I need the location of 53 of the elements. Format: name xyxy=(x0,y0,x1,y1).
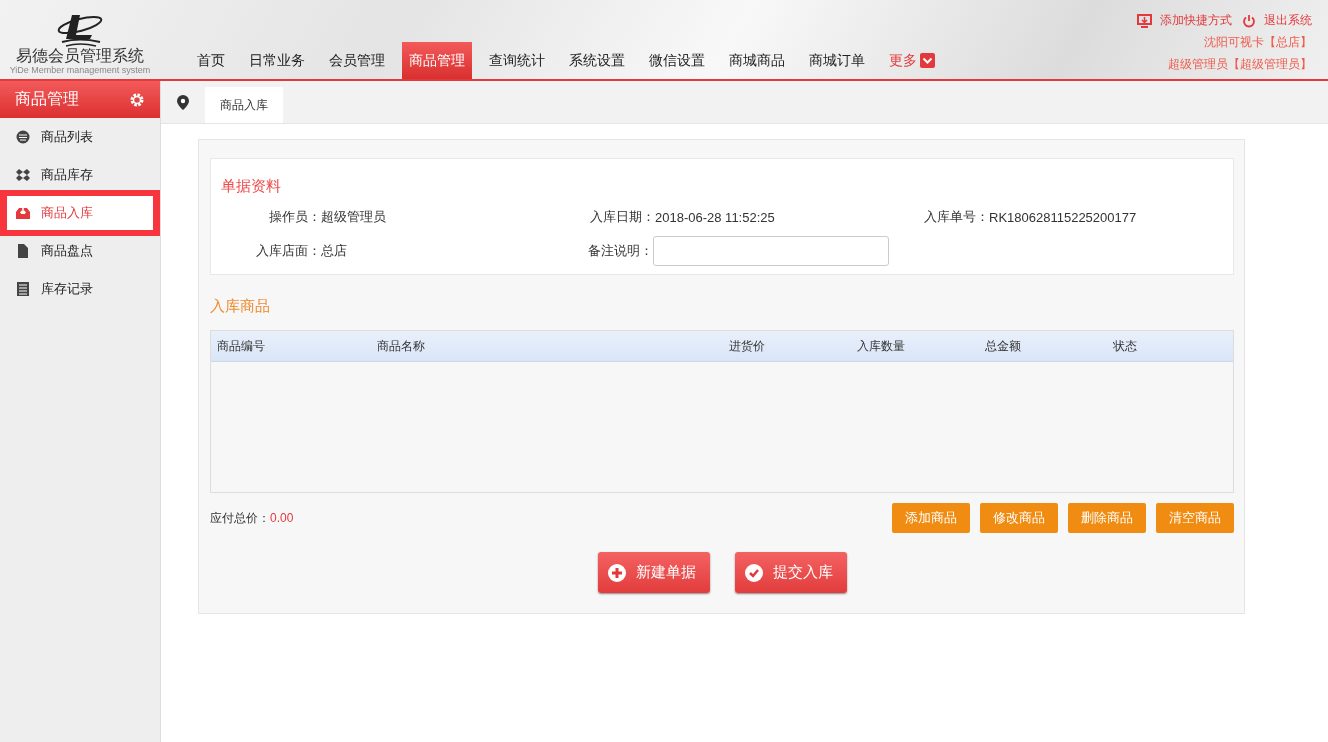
column-header: 状态 xyxy=(1113,337,1138,355)
nav-tab[interactable]: 商城订单 xyxy=(802,42,872,79)
boxes-icon xyxy=(16,168,30,182)
field-value: RK180628115225200177 xyxy=(989,209,1137,225)
nav-tab[interactable]: 系统设置 xyxy=(562,42,632,79)
sidebar-item[interactable]: 商品入库 xyxy=(0,190,160,236)
field-value: 总店 xyxy=(321,242,347,260)
sidebar-title: 商品管理 xyxy=(15,89,79,109)
section-title: 单据资料 xyxy=(221,177,282,196)
nav-tab[interactable]: 商品管理 xyxy=(402,42,472,79)
field-value: 2018-06-28 11:52:25 xyxy=(655,209,775,225)
nav-tab[interactable]: 查询统计 xyxy=(482,42,552,79)
sidebar-item[interactable]: 库存记录 xyxy=(0,270,160,308)
submit-button[interactable]: 提交入库 xyxy=(734,552,847,593)
list-icon xyxy=(16,130,30,144)
monitor-icon xyxy=(1137,13,1152,28)
field-label: 操作员： xyxy=(268,208,321,226)
sidebar-item[interactable]: 商品列表 xyxy=(0,118,160,156)
nav-tab[interactable]: 更多 xyxy=(882,42,942,79)
nav-tab[interactable]: 商城商品 xyxy=(722,42,792,79)
location-pin-icon xyxy=(177,94,189,110)
column-header: 商品编号 xyxy=(217,337,266,355)
remark-input[interactable] xyxy=(653,236,889,266)
page-tab[interactable]: 商品入库 xyxy=(205,87,283,123)
column-header: 入库数量 xyxy=(857,337,906,355)
field-label: 备注说明： xyxy=(587,242,654,260)
chevron-down-icon xyxy=(920,53,935,68)
settings-icon[interactable] xyxy=(129,91,145,108)
user-info: 沈阳可视卡【总店】 xyxy=(1204,34,1312,51)
plus-circle-icon xyxy=(607,563,626,582)
logo-subtitle: YiDe Member management system xyxy=(9,65,151,75)
document-icon xyxy=(16,244,30,258)
field-label: 入库日期： xyxy=(589,208,655,226)
nav-tab[interactable]: 首页 xyxy=(190,42,232,79)
column-header: 进货价 xyxy=(729,337,766,355)
logo-title: 易德会员管理系统 xyxy=(16,47,144,65)
section-title: 入库商品 xyxy=(210,297,271,316)
field-value: 超级管理员 xyxy=(321,208,386,226)
user-info: 超级管理员【超级管理员】 xyxy=(1168,56,1312,73)
column-header: 总金额 xyxy=(985,337,1022,355)
total-price: 应付总价：0.00 xyxy=(210,509,294,527)
power-icon xyxy=(1242,13,1256,28)
header-link[interactable]: 退出系统 xyxy=(1242,12,1312,29)
column-header: 商品名称 xyxy=(377,337,426,355)
field-label: 入库单号： xyxy=(923,208,989,226)
field-label: 入库店面： xyxy=(255,242,321,260)
ledger-icon xyxy=(16,282,30,296)
nav-tab[interactable]: 日常业务 xyxy=(242,42,312,79)
nav-tab[interactable]: 微信设置 xyxy=(642,42,712,79)
nav-tab[interactable]: 会员管理 xyxy=(322,42,392,79)
check-circle-icon xyxy=(744,563,763,582)
inbox-icon xyxy=(16,206,30,220)
new-document-button[interactable]: 新建单据 xyxy=(597,552,710,593)
